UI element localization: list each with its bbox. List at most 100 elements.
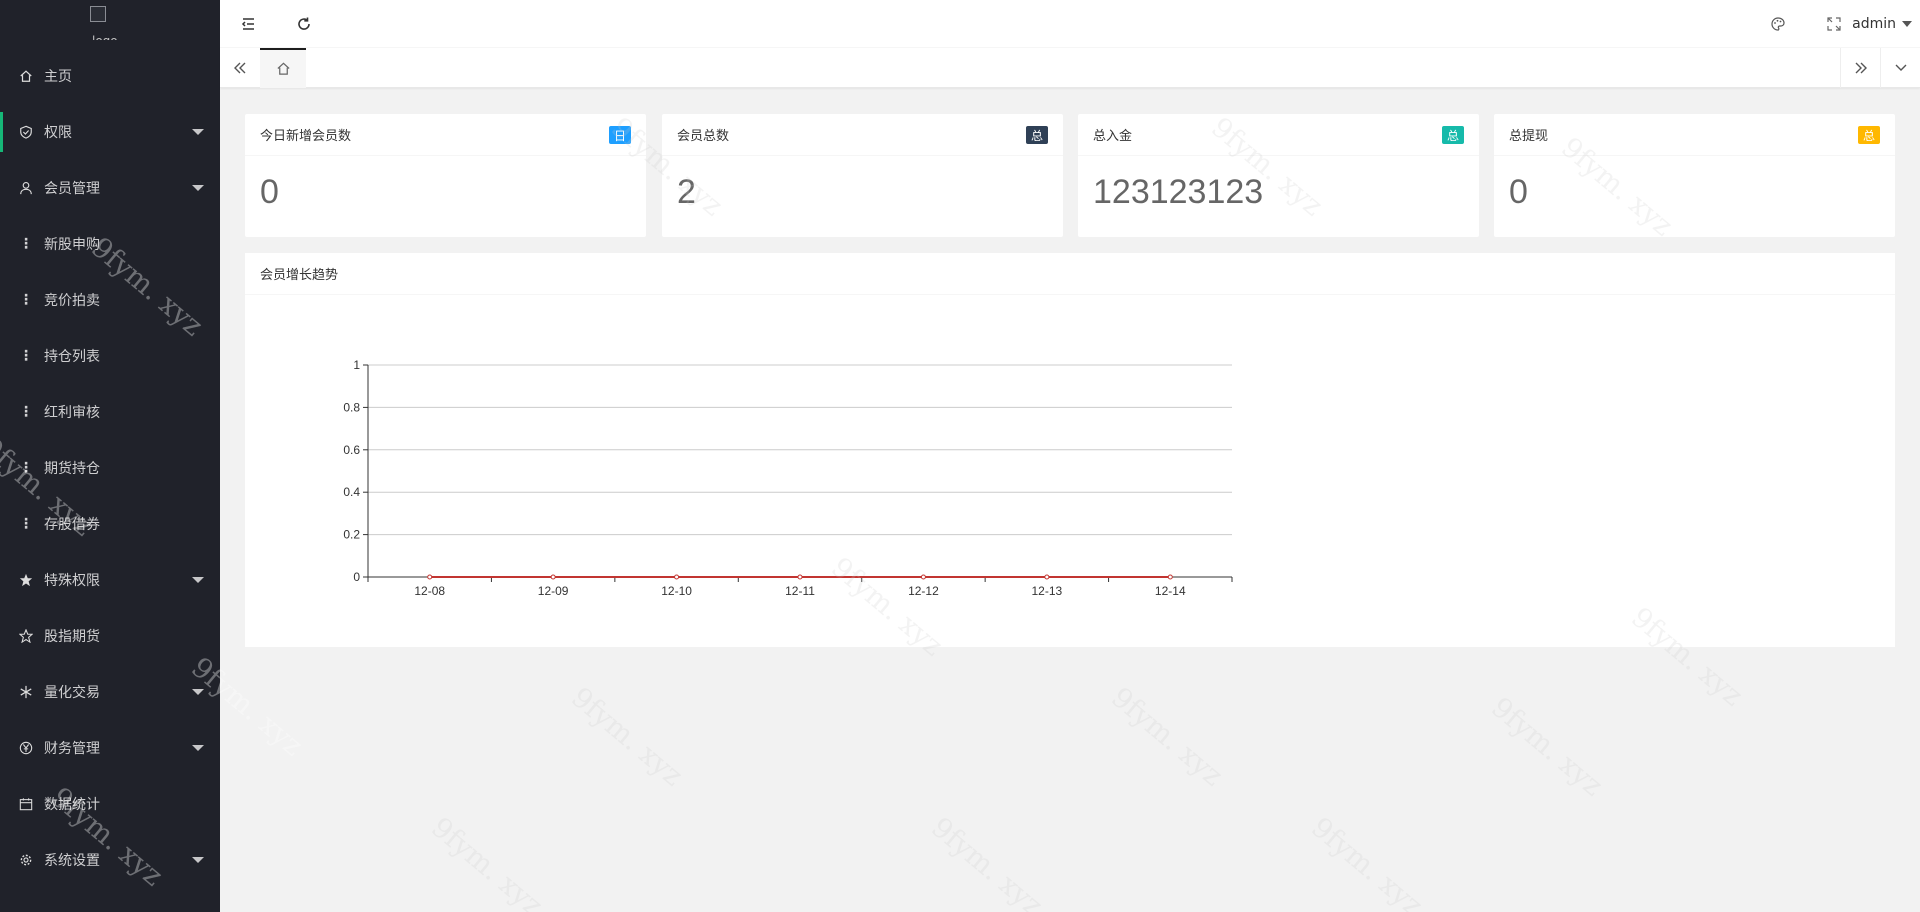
caret-down-icon bbox=[192, 185, 204, 191]
stat-value: 0 bbox=[1509, 173, 1528, 211]
palette-icon bbox=[1771, 17, 1785, 31]
caret-down-icon bbox=[192, 689, 204, 695]
sidebar-item-6[interactable]: ⋮ 红利审核 bbox=[0, 384, 220, 440]
sidebar-item-label: 竞价拍卖 bbox=[44, 293, 100, 309]
stat-card-header: 今日新增会员数 日 bbox=[245, 114, 646, 156]
sidebar-item-7[interactable]: ⋮ 期货持仓 bbox=[0, 440, 220, 496]
tabs-menu-button[interactable] bbox=[1880, 48, 1920, 88]
calendar-icon bbox=[18, 796, 34, 812]
gear-icon bbox=[18, 852, 34, 868]
caret-down-icon bbox=[192, 129, 204, 135]
logo-alt-text: logo bbox=[92, 34, 118, 40]
collapse-menu-button[interactable] bbox=[220, 0, 276, 48]
home-icon bbox=[18, 68, 34, 84]
stat-badge: 日 bbox=[608, 126, 631, 144]
y-tick-label: 0.4 bbox=[343, 485, 360, 499]
refresh-button[interactable] bbox=[276, 0, 332, 48]
data-point bbox=[550, 574, 556, 580]
sidebar-item-10[interactable]: 股指期货 bbox=[0, 608, 220, 664]
member-growth-card: 会员增长趋势 0 0.2 0.4 0.6 0.8 1 12-08 12-09 12-10 12-1… bbox=[245, 253, 1895, 647]
y-tick-label: 0.2 bbox=[343, 528, 360, 542]
sidebar-item-13[interactable]: 数据统计 bbox=[0, 776, 220, 832]
sidebar-item-4[interactable]: ⋮ 竞价拍卖 bbox=[0, 272, 220, 328]
sidebar-item-11[interactable]: 量化交易 bbox=[0, 664, 220, 720]
sidebar-item-12[interactable]: 财务管理 bbox=[0, 720, 220, 776]
sidebar-item-2[interactable]: 会员管理 bbox=[0, 160, 220, 216]
sidebar: logo 主页权限会员管理 ⋮ 新股申购 ⋮ 竞价拍卖 ⋮ 持仓列表 ⋮ 红利审核 ⋮ 期货持仓 ⋮ 存… bbox=[0, 0, 220, 912]
sidebar-item-5[interactable]: ⋮ 持仓列表 bbox=[0, 328, 220, 384]
watermark: 9fym. xyz bbox=[1305, 810, 1430, 912]
sidebar-item-label: 新股申购 bbox=[44, 237, 100, 253]
yen-icon bbox=[18, 740, 34, 756]
stat-card: 今日新增会员数 日 0 bbox=[245, 114, 646, 237]
theme-button[interactable] bbox=[1750, 0, 1806, 48]
sidebar-item-0[interactable]: 主页 bbox=[0, 48, 220, 104]
sidebar-item-14[interactable]: 系统设置 bbox=[0, 832, 220, 888]
tabs-scroll-right-button[interactable] bbox=[1840, 48, 1880, 88]
fullscreen-icon bbox=[1827, 17, 1841, 31]
stat-card-title: 今日新增会员数 bbox=[260, 129, 352, 144]
watermark: 9fym. xyz bbox=[1105, 680, 1230, 793]
sidebar-item-label: 量化交易 bbox=[44, 685, 100, 701]
x-tick-label: 12-09 bbox=[538, 584, 569, 598]
chevron-down-icon bbox=[1902, 21, 1912, 27]
sidebar-item-label: 会员管理 bbox=[44, 181, 100, 197]
dots-icon: ⋮ bbox=[19, 348, 33, 364]
stat-card-header: 总入金 总 bbox=[1078, 114, 1479, 156]
x-tick-label: 12-08 bbox=[414, 584, 445, 598]
sidebar-item-1[interactable]: 权限 bbox=[0, 104, 220, 160]
dots-icon: ⋮ bbox=[19, 516, 33, 532]
watermark: 9fym. xyz bbox=[425, 810, 550, 912]
stat-card-title: 总入金 bbox=[1093, 129, 1133, 144]
data-point bbox=[1044, 574, 1050, 580]
tabs-bar bbox=[220, 48, 1920, 88]
sidebar-item-8[interactable]: ⋮ 存股借券 bbox=[0, 496, 220, 552]
chevron-down-icon bbox=[1895, 64, 1906, 71]
stat-value: 0 bbox=[260, 173, 279, 211]
watermark: 9fym. xyz bbox=[925, 810, 1050, 912]
sidebar-item-label: 持仓列表 bbox=[44, 349, 100, 365]
sidebar-item-label: 存股借券 bbox=[44, 517, 100, 533]
user-icon bbox=[18, 180, 34, 196]
user-menu[interactable]: admin bbox=[1852, 0, 1912, 48]
sidebar-item-label: 数据统计 bbox=[44, 797, 100, 813]
star-filled-icon bbox=[18, 572, 34, 588]
stat-card-title: 会员总数 bbox=[677, 129, 730, 144]
username: admin bbox=[1852, 16, 1896, 32]
y-tick-label: 1 bbox=[353, 358, 360, 372]
logo[interactable]: logo bbox=[0, 0, 220, 46]
stat-card-header: 会员总数 总 bbox=[662, 114, 1063, 156]
star-outline-icon bbox=[18, 628, 34, 644]
sidebar-item-3[interactable]: ⋮ 新股申购 bbox=[0, 216, 220, 272]
stat-card: 总提现 总 0 bbox=[1494, 114, 1895, 237]
stat-card-header: 总提现 总 bbox=[1494, 114, 1895, 156]
broken-image-icon bbox=[90, 6, 106, 22]
caret-down-icon bbox=[192, 577, 204, 583]
refresh-icon bbox=[298, 17, 310, 30]
data-point bbox=[1167, 574, 1173, 580]
tab-home[interactable] bbox=[260, 48, 306, 88]
indent-icon bbox=[241, 18, 254, 30]
stat-value: 123123123 bbox=[1093, 173, 1264, 211]
double-chevron-right-icon bbox=[1855, 62, 1867, 74]
dots-icon: ⋮ bbox=[19, 460, 33, 476]
sidebar-item-label: 股指期货 bbox=[44, 629, 100, 645]
sidebar-item-label: 系统设置 bbox=[44, 853, 100, 869]
data-point bbox=[674, 574, 680, 580]
double-chevron-left-icon bbox=[234, 62, 246, 74]
tabs-scroll-left-button[interactable] bbox=[220, 48, 260, 88]
y-tick-label: 0.8 bbox=[343, 400, 360, 414]
x-tick-label: 12-11 bbox=[785, 584, 815, 598]
sidebar-item-label: 红利审核 bbox=[44, 405, 100, 421]
snowflake-icon bbox=[18, 684, 34, 700]
stat-badge: 总 bbox=[1857, 126, 1880, 144]
sidebar-item-9[interactable]: 特殊权限 bbox=[0, 552, 220, 608]
member-growth-chart: 0 0.2 0.4 0.6 0.8 1 12-08 12-09 12-10 12-11 12-12 1… bbox=[343, 358, 1233, 598]
top-header: admin bbox=[220, 0, 1920, 48]
x-tick-label: 12-13 bbox=[1032, 584, 1063, 598]
y-tick-label: 0.6 bbox=[343, 443, 360, 457]
dots-icon: ⋮ bbox=[19, 236, 33, 252]
dots-icon: ⋮ bbox=[19, 292, 33, 308]
stat-badge: 总 bbox=[1025, 126, 1048, 144]
data-point bbox=[920, 574, 926, 580]
